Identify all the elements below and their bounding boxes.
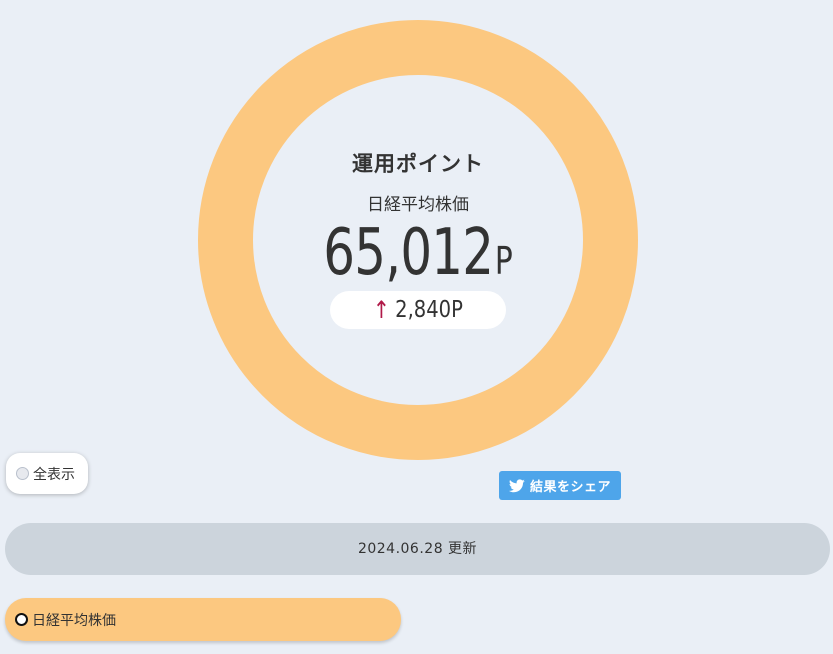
- change-value: 2,840P: [395, 297, 463, 323]
- list-item-label: 日経平均株価: [32, 612, 116, 629]
- page: 運用ポイント 日経平均株価 65,012P ↑ 2,840P 全表示 結果をシェア…: [0, 0, 833, 654]
- chart-title: 運用ポイント: [352, 152, 484, 176]
- twitter-bird-icon: [508, 478, 525, 492]
- points-value: 65,012P: [246, 216, 589, 290]
- list-item-nikkei[interactable]: 日経平均株価: [5, 598, 401, 641]
- show-all-toggle[interactable]: 全表示: [6, 453, 88, 494]
- share-label: 結果をシェア: [529, 480, 611, 495]
- show-all-label: 全表示: [33, 466, 75, 483]
- radio-unchecked-icon[interactable]: [16, 467, 29, 480]
- points-number: 65,012: [323, 216, 494, 290]
- donut-center: 運用ポイント 日経平均株価 65,012P ↑ 2,840P: [198, 20, 638, 460]
- share-button[interactable]: 結果をシェア: [499, 471, 621, 500]
- radio-checked-icon[interactable]: [15, 613, 28, 626]
- arrow-up-icon: ↑: [373, 296, 391, 324]
- index-name-label: 日経平均株価: [367, 195, 469, 215]
- updated-timestamp: 2024.06.28 更新: [5, 523, 830, 575]
- change-badge: ↑ 2,840P: [330, 291, 506, 329]
- points-unit: P: [494, 239, 513, 283]
- change-content: ↑ 2,840P: [373, 291, 463, 331]
